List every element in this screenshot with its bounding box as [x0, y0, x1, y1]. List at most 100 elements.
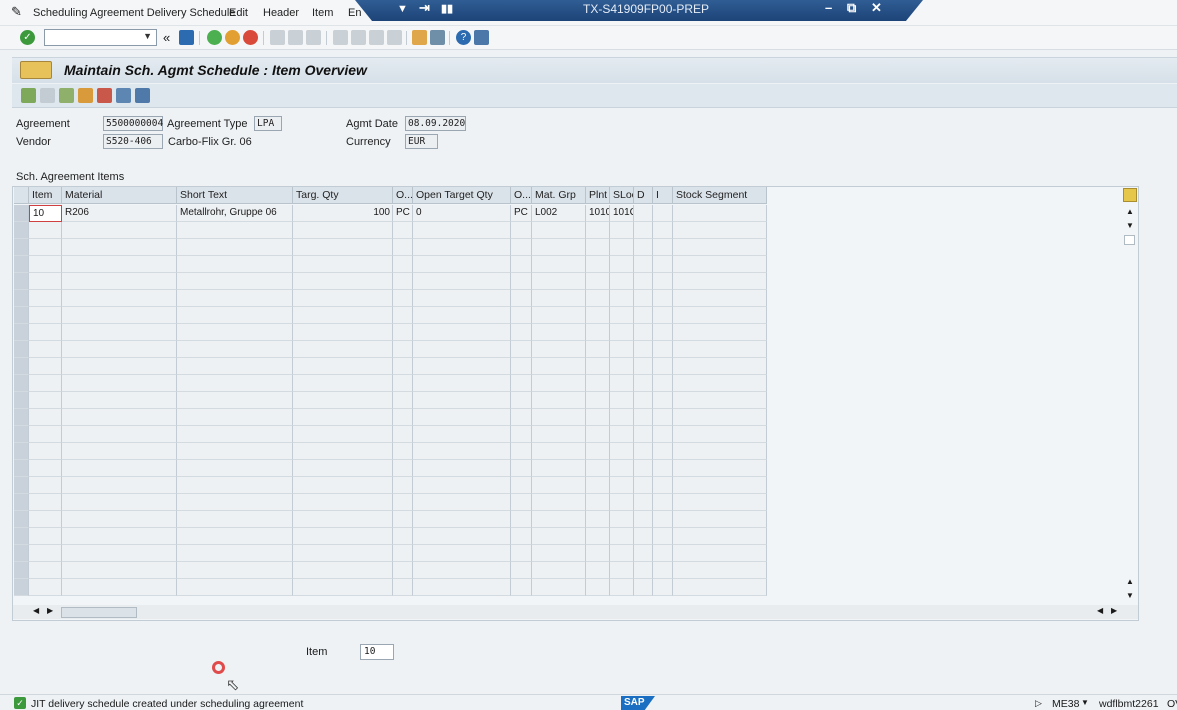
- table-cell[interactable]: [293, 392, 393, 409]
- table-cell[interactable]: [293, 528, 393, 545]
- row-selector[interactable]: [14, 290, 29, 307]
- table-cell[interactable]: [610, 273, 634, 290]
- table-cell[interactable]: [653, 273, 673, 290]
- table-cell[interactable]: [177, 460, 293, 477]
- table-cell[interactable]: [62, 290, 177, 307]
- table-cell[interactable]: [634, 426, 653, 443]
- table-cell[interactable]: [393, 307, 413, 324]
- row-selector[interactable]: [14, 443, 29, 460]
- table-cell[interactable]: [653, 290, 673, 307]
- table-cell[interactable]: [62, 477, 177, 494]
- table-cell[interactable]: [610, 341, 634, 358]
- restore-icon[interactable]: ⧉: [847, 0, 856, 16]
- table-cell[interactable]: [413, 426, 511, 443]
- agreement-field[interactable]: 5500000004: [103, 116, 163, 131]
- table-cell[interactable]: [653, 358, 673, 375]
- table-cell[interactable]: [177, 477, 293, 494]
- scroll-down-icon[interactable]: ▼: [1126, 591, 1134, 600]
- table-cell[interactable]: [532, 528, 586, 545]
- table-cell[interactable]: [511, 222, 532, 239]
- table-cell[interactable]: [413, 375, 511, 392]
- back-icon[interactable]: [207, 30, 222, 45]
- table-cell[interactable]: [62, 324, 177, 341]
- horizontal-scrollbar[interactable]: ◀ ▶ ◀ ▶: [13, 605, 1138, 619]
- row-selector[interactable]: [14, 460, 29, 477]
- table-cell[interactable]: 1010: [586, 205, 610, 222]
- table-cell[interactable]: [393, 375, 413, 392]
- table-cell[interactable]: [511, 511, 532, 528]
- table-cell[interactable]: [673, 477, 767, 494]
- table-cell[interactable]: [62, 239, 177, 256]
- table-cell[interactable]: [610, 528, 634, 545]
- table-cell[interactable]: [673, 579, 767, 596]
- table-cell[interactable]: [29, 341, 62, 358]
- table-cell[interactable]: [673, 426, 767, 443]
- table-cell[interactable]: [610, 545, 634, 562]
- table-cell[interactable]: 10: [29, 205, 62, 222]
- table-cell[interactable]: [393, 324, 413, 341]
- table-cell[interactable]: [413, 290, 511, 307]
- table-cell[interactable]: [610, 460, 634, 477]
- table-cell[interactable]: [177, 528, 293, 545]
- column-header[interactable]: Targ. Qty: [293, 187, 393, 204]
- table-cell[interactable]: [293, 273, 393, 290]
- table-cell[interactable]: [673, 358, 767, 375]
- table-cell[interactable]: [653, 460, 673, 477]
- table-cell[interactable]: [177, 358, 293, 375]
- table-cell[interactable]: [673, 341, 767, 358]
- table-cell[interactable]: [62, 562, 177, 579]
- table-cell[interactable]: [62, 375, 177, 392]
- table-cell[interactable]: [653, 477, 673, 494]
- table-cell[interactable]: [413, 460, 511, 477]
- table-cell[interactable]: PC: [511, 205, 532, 222]
- table-cell[interactable]: [532, 511, 586, 528]
- table-cell[interactable]: [673, 562, 767, 579]
- table-cell[interactable]: [511, 307, 532, 324]
- menu-header[interactable]: Header: [263, 7, 299, 19]
- table-cell[interactable]: [586, 392, 610, 409]
- pin-icon[interactable]: ⇥: [419, 0, 430, 16]
- table-cell[interactable]: [511, 545, 532, 562]
- table-cell[interactable]: [610, 511, 634, 528]
- row-selector[interactable]: [14, 358, 29, 375]
- table-cell[interactable]: [511, 256, 532, 273]
- table-cell[interactable]: [177, 426, 293, 443]
- vertical-scrollbar[interactable]: ▲ ▼ ▲ ▼: [1123, 207, 1137, 602]
- table-cell[interactable]: [511, 460, 532, 477]
- table-cell[interactable]: [586, 341, 610, 358]
- table-cell[interactable]: [511, 579, 532, 596]
- table-cell[interactable]: [653, 205, 673, 222]
- menu-icon[interactable]: ✎: [11, 4, 22, 20]
- column-header[interactable]: O...: [511, 187, 532, 204]
- table-cell[interactable]: [673, 545, 767, 562]
- chevron-down-icon[interactable]: ▼: [397, 3, 408, 15]
- table-cell[interactable]: [586, 307, 610, 324]
- item-field[interactable]: 10: [360, 644, 394, 660]
- table-cell[interactable]: [610, 392, 634, 409]
- table-cell[interactable]: [29, 426, 62, 443]
- scroll-left-icon[interactable]: ◀: [33, 606, 39, 615]
- new-session-icon[interactable]: [412, 30, 427, 45]
- table-cell[interactable]: [62, 460, 177, 477]
- row-selector[interactable]: [14, 494, 29, 511]
- agmt-date-field[interactable]: 08.09.2020: [405, 116, 466, 131]
- table-cell[interactable]: [62, 341, 177, 358]
- statistics-icon[interactable]: [116, 88, 131, 103]
- column-header[interactable]: Material: [62, 187, 177, 204]
- table-cell[interactable]: [586, 477, 610, 494]
- table-cell[interactable]: [413, 562, 511, 579]
- table-cell[interactable]: [29, 443, 62, 460]
- row-selector[interactable]: [14, 392, 29, 409]
- table-cell[interactable]: [29, 511, 62, 528]
- scroll-thumb[interactable]: [61, 607, 137, 618]
- table-cell[interactable]: [393, 443, 413, 460]
- previous-page-icon[interactable]: [351, 30, 366, 45]
- table-cell[interactable]: [413, 341, 511, 358]
- table-cell[interactable]: [673, 222, 767, 239]
- table-cell[interactable]: [62, 392, 177, 409]
- table-cell[interactable]: [586, 562, 610, 579]
- table-cell[interactable]: [634, 205, 653, 222]
- table-cell[interactable]: [511, 426, 532, 443]
- table-cell[interactable]: [586, 222, 610, 239]
- table-cell[interactable]: [634, 392, 653, 409]
